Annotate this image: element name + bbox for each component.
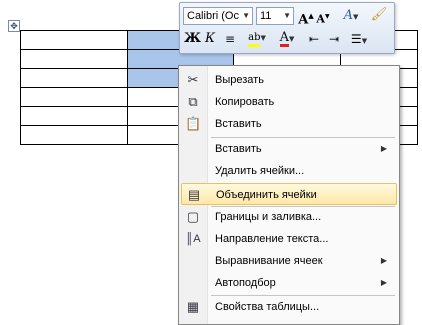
menu-item-label: Вставить — [215, 143, 262, 155]
menu-item-label: Вырезать — [215, 74, 264, 86]
italic-label: К — [204, 31, 216, 46]
decrease-indent-icon: ⇤ — [308, 32, 320, 46]
chevron-down-icon: ▼ — [242, 11, 250, 20]
increase-icon: ▲ — [308, 11, 314, 20]
mini-toolbar: Calibri (Ос ▼ 11 ▼ A▲ A▼ A▼ 🖌 Ж К ≡ ab▼ … — [179, 2, 395, 54]
menu-item-label: Объединить ячейки — [216, 189, 317, 201]
menu-item-cut[interactable]: ✂ Вырезать — [181, 69, 397, 91]
highlighter-icon: ab — [248, 32, 261, 47]
bullet-list-icon: ☰ — [350, 32, 362, 46]
menu-item-cell-alignment[interactable]: Выравнивание ячеек ▶ — [181, 250, 397, 272]
table-cell[interactable] — [20, 68, 128, 88]
menu-item-label: Свойства таблицы... — [215, 301, 320, 313]
menu-item-label: Вставить — [215, 118, 262, 130]
styles-label: A — [343, 8, 353, 23]
menu-item-delete-cells[interactable]: Удалить ячейки... — [181, 160, 397, 182]
menu-item-table-properties[interactable]: ▦ Свойства таблицы... — [181, 296, 397, 318]
format-painter-button[interactable]: 🖌 — [370, 6, 388, 24]
center-align-button[interactable]: ≡ — [222, 30, 238, 48]
styles-button[interactable]: A▼ — [340, 7, 362, 25]
highlight-button[interactable]: ab▼ — [244, 29, 270, 47]
menu-item-label: Направление текста... — [215, 233, 329, 245]
bullets-button[interactable]: ☰▼ — [346, 30, 372, 48]
menu-item-copy[interactable]: ⧉ Копировать — [181, 91, 397, 113]
font-name-combo[interactable]: Calibri (Ос ▼ — [183, 7, 253, 25]
align-center-icon: ≡ — [224, 32, 236, 46]
shrink-font-button[interactable]: A▼ — [316, 8, 330, 26]
borders-icon: ▢ — [186, 209, 200, 224]
menu-item-label: Выравнивание ячеек — [215, 255, 323, 267]
increase-indent-button[interactable]: ⇥ — [326, 30, 342, 48]
bold-button[interactable]: Ж — [184, 30, 202, 48]
menu-item-merge-cells[interactable]: ▤ Объединить ячейки — [181, 183, 397, 205]
font-color-button[interactable]: A▼ — [274, 29, 300, 47]
menu-item-label: Удалить ячейки... — [215, 165, 305, 177]
chevron-right-icon: ▶ — [380, 278, 387, 287]
menu-item-autofit[interactable]: Автоподбор ▶ — [181, 272, 397, 294]
bold-label: Ж — [184, 31, 202, 46]
table-cell[interactable] — [20, 49, 128, 69]
table-cell[interactable] — [20, 106, 128, 126]
table-move-handle[interactable]: ✥ — [8, 20, 20, 32]
shrink-font-label: A — [316, 12, 325, 26]
table-cell[interactable] — [20, 87, 128, 107]
menu-item-label: Границы и заливка... — [215, 211, 322, 223]
menu-item-text-direction[interactable]: ║A Направление текста... — [181, 228, 397, 250]
merge-cells-icon: ▤ — [187, 187, 201, 202]
menu-item-borders-shading[interactable]: ▢ Границы и заливка... — [181, 206, 397, 228]
font-size-value: 11 — [260, 10, 272, 22]
text-direction-icon: ║A — [185, 233, 201, 245]
chevron-down-icon: ▼ — [289, 35, 295, 43]
grow-font-label: A — [298, 12, 309, 28]
increase-indent-icon: ⇥ — [328, 32, 340, 46]
menu-item-insert[interactable]: Вставить ▶ — [181, 138, 397, 160]
decrease-icon: ▼ — [324, 13, 330, 20]
context-menu: ✂ Вырезать ⧉ Копировать 📋 Вставить Встав… — [178, 65, 400, 325]
menu-item-paste[interactable]: 📋 Вставить — [181, 113, 397, 135]
chevron-down-icon: ▼ — [260, 34, 266, 42]
chevron-down-icon: ▼ — [283, 11, 291, 20]
italic-button[interactable]: К — [202, 30, 218, 48]
paste-icon: 📋 — [185, 116, 202, 131]
table-cell[interactable] — [20, 30, 128, 50]
font-name-value: Calibri (Ос — [187, 10, 239, 22]
table-cell[interactable] — [20, 125, 128, 145]
font-size-combo[interactable]: 11 ▼ — [256, 7, 294, 25]
font-color-icon: A — [279, 30, 289, 47]
brush-icon: 🖌 — [370, 7, 388, 22]
copy-icon: ⧉ — [188, 94, 198, 109]
chevron-down-icon: ▼ — [353, 13, 359, 21]
menu-item-label: Копировать — [215, 96, 275, 108]
grow-font-button[interactable]: A▲ — [298, 7, 314, 28]
scissors-icon: ✂ — [187, 72, 199, 87]
menu-item-label: Автоподбор — [215, 277, 276, 289]
decrease-indent-button[interactable]: ⇤ — [306, 30, 322, 48]
chevron-down-icon: ▼ — [361, 37, 368, 45]
chevron-right-icon: ▶ — [380, 144, 387, 153]
chevron-right-icon: ▶ — [380, 256, 387, 265]
table-properties-icon: ▦ — [186, 299, 200, 314]
